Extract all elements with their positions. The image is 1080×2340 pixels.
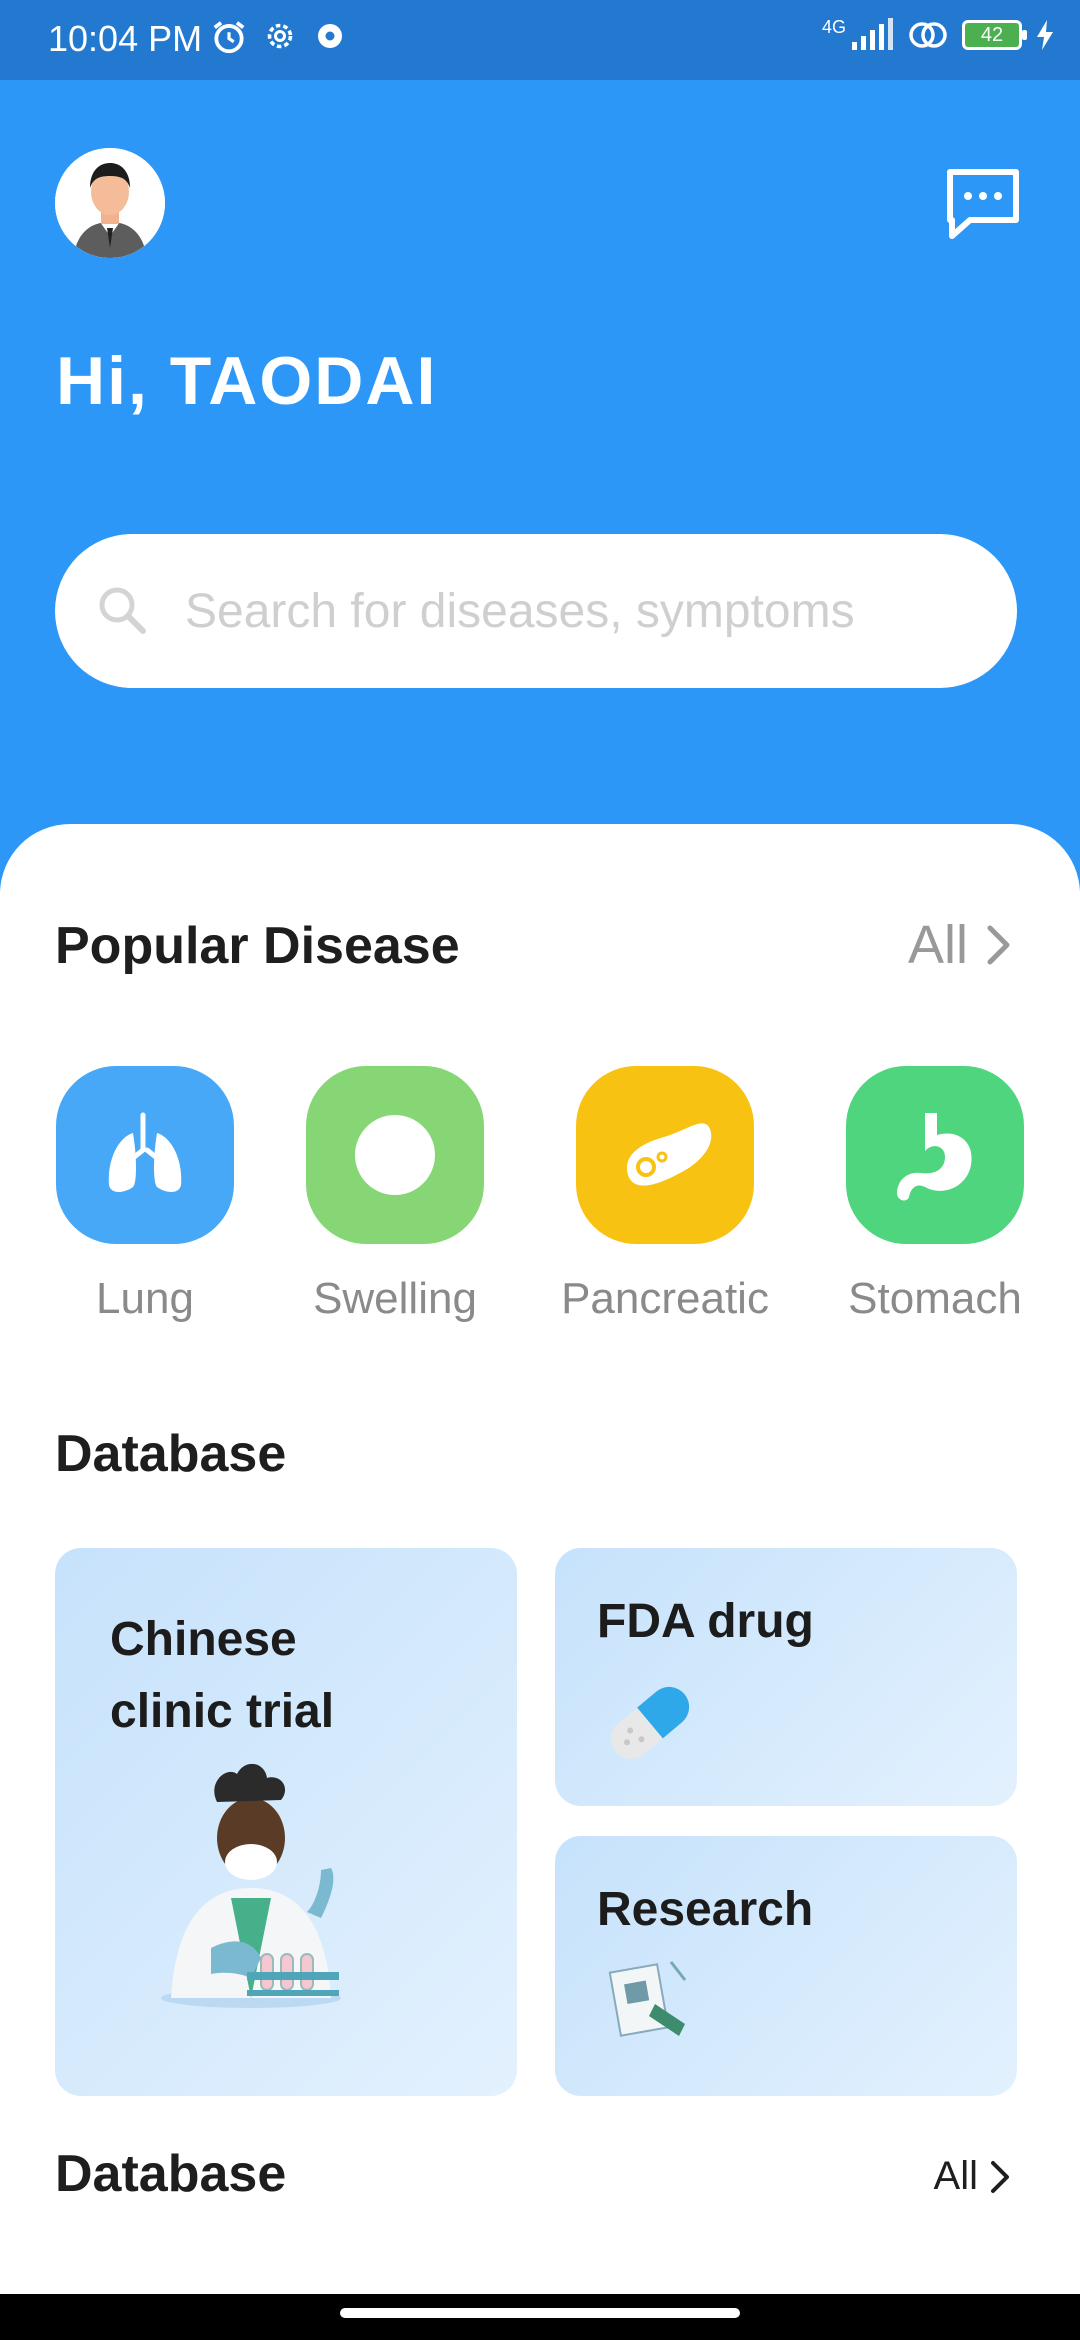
status-right-icons: 4G 42 xyxy=(821,16,1054,52)
alarm-icon xyxy=(213,21,245,54)
card-title-line2: clinic trial xyxy=(110,1685,335,1738)
chevron-right-icon xyxy=(987,925,1010,965)
link-icon xyxy=(909,22,947,48)
chat-icon xyxy=(947,169,1019,239)
chevron-right-icon xyxy=(991,2160,1009,2193)
pancreatic-icon-tile xyxy=(576,1066,754,1244)
signal-icon xyxy=(852,18,893,50)
disease-item-swelling[interactable]: Swelling xyxy=(305,1066,485,1324)
stomach-icon xyxy=(897,1113,972,1201)
battery-level: 42 xyxy=(980,23,1004,46)
database-second-title: Database xyxy=(55,2145,287,2203)
popular-disease-title: Popular Disease xyxy=(55,917,460,975)
all-label-2: All xyxy=(933,2154,978,2198)
settings-outline-icon xyxy=(267,23,293,49)
pill-icon xyxy=(610,1686,690,1760)
content-sheet: Popular Disease All Lung Swelling Pancre… xyxy=(0,824,1080,2340)
status-time: 10:04 PM xyxy=(48,18,203,59)
stomach-icon-tile xyxy=(846,1066,1024,1244)
search-input[interactable] xyxy=(183,582,987,640)
home-indicator xyxy=(0,2294,1080,2340)
search-bar[interactable] xyxy=(55,534,1017,688)
charging-icon xyxy=(1037,20,1053,50)
card-fda-drug[interactable]: FDA drug xyxy=(555,1548,1017,1806)
messages-button[interactable] xyxy=(944,168,1022,242)
card-research[interactable]: Research xyxy=(555,1836,1017,2096)
header: Hi, TAODAI xyxy=(0,80,1080,840)
card-title-fda-drug: FDA drug xyxy=(597,1595,814,1648)
card-title-research: Research xyxy=(597,1883,814,1936)
avatar-image xyxy=(55,148,165,258)
card-title-line1: Chinese xyxy=(110,1613,297,1666)
research-document-icon xyxy=(608,1961,687,2037)
search-icon xyxy=(99,587,146,634)
lung-icon-tile xyxy=(56,1066,234,1244)
disease-label-pancreatic: Pancreatic xyxy=(561,1274,769,1323)
database-title: Database xyxy=(55,1425,287,1483)
pancreas-icon xyxy=(626,1123,712,1186)
disease-item-stomach[interactable]: Stomach xyxy=(845,1066,1025,1324)
disease-label-swelling: Swelling xyxy=(313,1274,477,1323)
card-chinese-clinic-trial[interactable]: Chinese clinic trial xyxy=(55,1548,517,2096)
disease-item-pancreatic[interactable]: Pancreatic xyxy=(561,1066,769,1324)
database-all-link[interactable]: All xyxy=(934,2154,1012,2199)
network-label: 4G xyxy=(821,16,846,37)
disease-label-stomach: Stomach xyxy=(848,1274,1022,1323)
avatar[interactable] xyxy=(55,148,165,258)
all-label: All xyxy=(907,915,968,975)
home-indicator-pill[interactable] xyxy=(340,2308,740,2318)
swelling-icon xyxy=(355,1115,435,1195)
swelling-icon-tile xyxy=(306,1066,484,1244)
doctor-illustration-icon xyxy=(161,1763,341,2008)
greeting-title: Hi, TAODAI xyxy=(56,343,438,419)
disease-label-lung: Lung xyxy=(96,1274,194,1323)
gear-icon xyxy=(318,24,342,48)
battery-icon: 42 xyxy=(962,20,1027,50)
status-left-icons xyxy=(210,18,348,56)
disease-item-lung[interactable]: Lung xyxy=(55,1066,235,1324)
status-bar: 10:04 PM 4G 42 xyxy=(0,0,1080,80)
popular-all-link[interactable]: All xyxy=(908,914,1014,976)
lung-icon xyxy=(108,1112,182,1192)
